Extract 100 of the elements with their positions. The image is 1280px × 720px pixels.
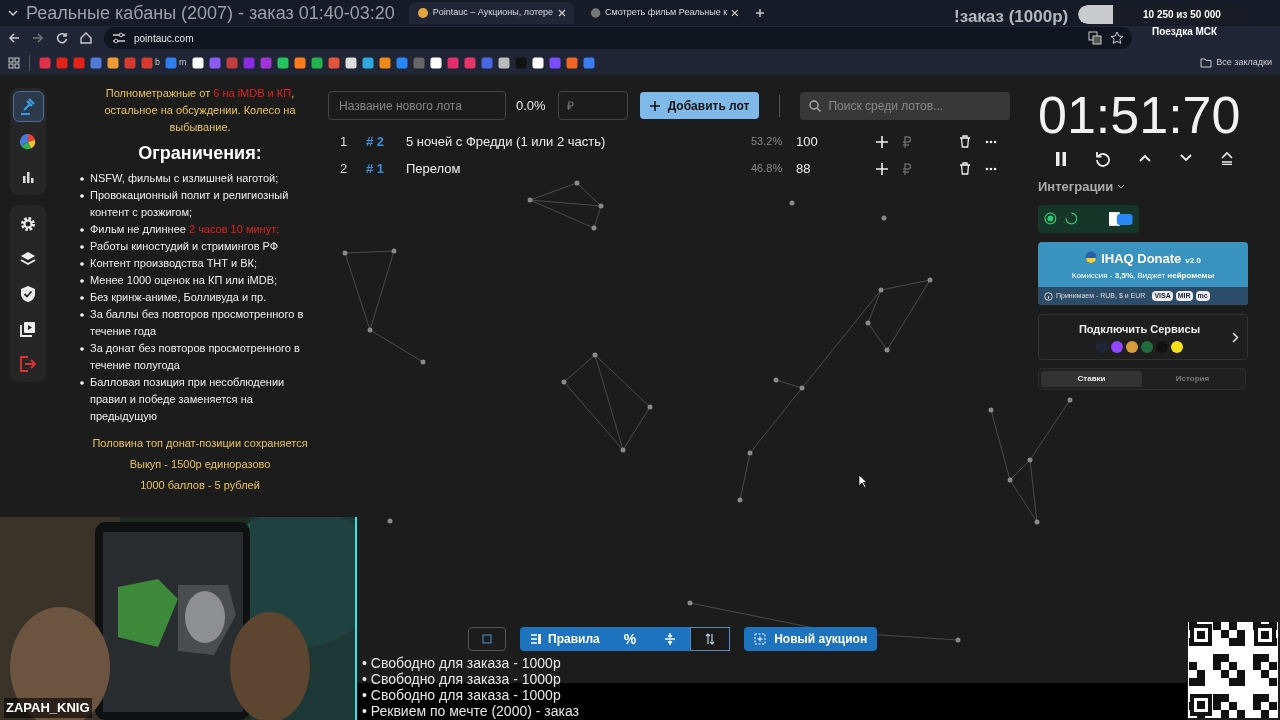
bookmark-icon[interactable] <box>107 56 119 69</box>
percent-label: 0.0% <box>516 96 546 115</box>
lot-index: 2 <box>339 159 349 178</box>
service-icon <box>1096 340 1108 353</box>
reload-icon[interactable] <box>56 32 68 44</box>
pie-chart-icon <box>19 132 37 151</box>
stream-title: Реальные кабаны (2007) - заказ 01:40-03:20 <box>26 2 395 25</box>
trash-icon[interactable] <box>959 162 971 175</box>
add-lot-button[interactable]: Добавить лот <box>639 92 760 119</box>
history-tab[interactable]: История <box>1142 371 1243 387</box>
browser-tab[interactable]: Pointauc – Аукционы, лотере <box>408 2 574 24</box>
service-icon <box>1171 340 1183 353</box>
bookmark-icon[interactable] <box>531 56 544 69</box>
square-icon <box>482 634 492 644</box>
service-icon <box>1141 340 1153 353</box>
bullet-icon <box>80 381 84 385</box>
bullet-icon <box>80 245 84 249</box>
lot-amount: 100 <box>796 132 819 151</box>
history-tab[interactable]: Ставки <box>1041 371 1142 387</box>
rule-text: Без кринж-аниме, Болливуда и пр. <box>90 290 267 305</box>
browser-tab[interactable]: Смотреть фильм Реальные к <box>581 2 747 24</box>
close-icon[interactable] <box>731 9 739 17</box>
star-icon[interactable] <box>1110 31 1124 45</box>
layers-icon <box>19 249 37 268</box>
close-icon[interactable] <box>557 9 566 17</box>
lot-id: # 2 <box>365 132 386 151</box>
connect-services-card[interactable]: Подключить Сервисы <box>1038 314 1248 360</box>
donate-terms: Комиссия - 3,5%, Виджет нейромемы <box>1071 270 1215 282</box>
more-icon[interactable] <box>985 166 997 171</box>
shield-check-icon <box>19 284 37 303</box>
timer-display: 01:51:70 <box>1038 85 1242 145</box>
site-icon <box>589 7 602 19</box>
lot-amount: 88 <box>796 159 812 178</box>
plus-icon <box>649 100 660 111</box>
service-icon <box>1111 340 1123 353</box>
percent-button[interactable]: % <box>609 627 651 651</box>
pause-icon[interactable] <box>1054 151 1068 167</box>
site-settings-icon <box>112 32 126 44</box>
sort-button[interactable] <box>690 627 731 651</box>
reset-icon[interactable] <box>1095 151 1111 167</box>
forward-icon[interactable] <box>32 32 44 44</box>
status-toggle-icon[interactable] <box>1064 212 1078 225</box>
bookmark-icon[interactable] <box>429 56 442 69</box>
home-icon[interactable] <box>80 32 92 44</box>
apps-icon[interactable] <box>8 56 20 69</box>
new-tab-icon[interactable] <box>754 8 765 18</box>
back-icon[interactable] <box>8 32 20 44</box>
bookmark-icon[interactable] <box>293 56 306 69</box>
bullet-icon <box>80 279 84 283</box>
all-bookmarks-link[interactable]: Все закладки <box>1216 55 1272 70</box>
bullet-icon <box>80 347 84 351</box>
order-price-label: !заказ (1000р) <box>954 6 1069 28</box>
rule-text: NSFW, фильмы с излишней наготой; <box>90 171 279 186</box>
rule-text: Провокационный полит и религиозный контент с розжигом; <box>90 188 290 220</box>
bullet-icon <box>80 177 84 181</box>
bookmark-icon[interactable] <box>191 56 204 69</box>
bookmark-icon[interactable] <box>276 56 289 69</box>
bullet-icon <box>80 262 84 266</box>
list-icon <box>530 633 542 645</box>
status-toggle-icon[interactable] <box>1044 212 1057 225</box>
more-icon[interactable] <box>985 139 997 144</box>
new-auction-button[interactable]: Новый аукцион <box>744 627 878 651</box>
tab-list-icon[interactable] <box>8 8 18 18</box>
bookmark-icon[interactable] <box>344 56 357 69</box>
rules-button[interactable]: Правила <box>520 627 610 651</box>
rule-text: Работы киностудий и стримингов РФ <box>90 239 279 254</box>
translate-icon[interactable] <box>1088 31 1102 45</box>
address-bar[interactable]: pointauc.com <box>104 27 1132 49</box>
bookmark-label[interactable]: b <box>155 55 160 70</box>
logout-icon <box>19 354 37 373</box>
folder-icon <box>1200 57 1213 68</box>
services-title: Подключить Сервисы <box>1078 322 1201 338</box>
queue-item: • Свободно для заказа - 1000р <box>362 671 562 687</box>
search-field[interactable]: Поиск среди лотов... <box>800 91 1011 120</box>
donate-version: v2.0 <box>1185 254 1201 267</box>
bookmark-icon[interactable] <box>378 56 391 69</box>
lot-name-field[interactable]: Название нового лота <box>328 91 506 120</box>
rule-text: Балловая позиция при несоблюдении правил и победе заменяется на предыдущую <box>90 375 286 424</box>
compress-icon <box>664 633 677 645</box>
plus-icon[interactable] <box>876 162 888 175</box>
rules-intro: Полнометражные от 6 на iMDB и КП, остальное на обсуждении. Колесо на выбывание. <box>103 86 297 135</box>
rules-note: Выкуп - 1500р единоразово <box>129 457 271 472</box>
rules-note: Половина топ донат-позиции сохраняется <box>92 436 308 451</box>
plus-icon[interactable] <box>876 135 888 148</box>
bookmark-label[interactable]: m <box>179 55 187 70</box>
rules-heading: Ограничения: <box>138 142 262 164</box>
amount-field[interactable]: ₽ <box>557 91 628 120</box>
lot-name: Перелом <box>406 159 462 178</box>
cursor-icon <box>858 474 868 488</box>
rule-text: За баллы без повторов просмотренного в течение года <box>90 307 305 339</box>
collapse-icon[interactable] <box>1220 151 1234 165</box>
donate-name: IHAQ Donate <box>1101 249 1182 268</box>
bookmark-icon[interactable] <box>497 56 510 69</box>
rule-text: Контент производства ТНТ и ВК; <box>90 256 258 271</box>
trash-icon[interactable] <box>959 135 971 148</box>
chevron-down-icon <box>1117 183 1126 190</box>
streamer-name: ZAPAH_KNIG <box>4 698 92 718</box>
service-icon <box>1126 340 1138 353</box>
lot-share: 46.8% <box>751 161 784 177</box>
integrations-heading[interactable]: Интеграции <box>1038 177 1114 197</box>
